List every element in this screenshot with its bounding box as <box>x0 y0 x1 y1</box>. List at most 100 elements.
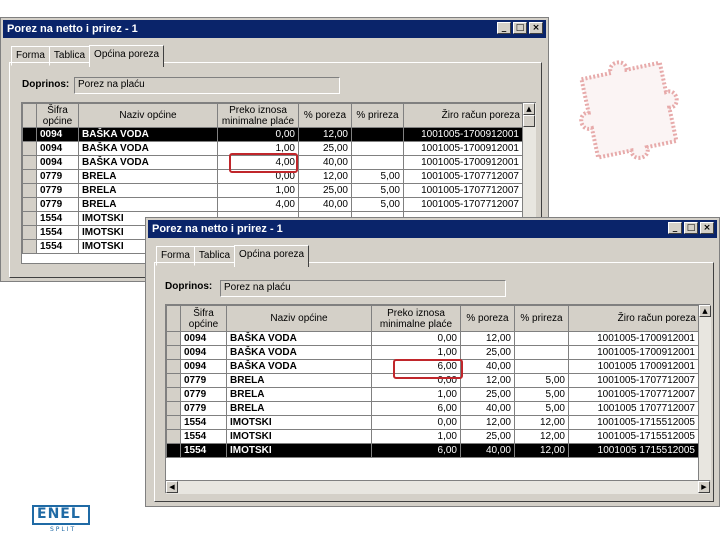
table-cell[interactable]: BAŠKA VODA <box>226 331 372 346</box>
tab-opcina-poreza[interactable]: Općina poreza <box>234 245 310 267</box>
table-cell[interactable]: 1001005-1707712007 <box>403 197 523 212</box>
row-selector[interactable] <box>22 197 37 212</box>
table-cell[interactable] <box>514 359 569 374</box>
horizontal-scrollbar[interactable]: ◀ ▶ <box>166 480 710 494</box>
table-row[interactable]: 0094 BAŠKA VODA 0,00 12,00 1001005-170091200… <box>166 331 699 346</box>
table-row[interactable]: 0779 BRELA 6,00 40,00 5,00 1001005 1707712007 <box>166 401 699 416</box>
row-selector[interactable] <box>22 141 37 156</box>
table-cell[interactable]: 1001005 1707712007 <box>568 401 699 416</box>
table-cell[interactable]: BAŠKA VODA <box>78 127 218 142</box>
table-cell[interactable]: 1554 <box>36 211 79 226</box>
table-cell[interactable]: 0,00 <box>371 415 461 430</box>
table-cell[interactable]: 0779 <box>36 169 79 184</box>
scroll-thumb[interactable] <box>523 115 535 127</box>
row-selector[interactable] <box>22 155 37 170</box>
table-cell[interactable]: BAŠKA VODA <box>78 141 218 156</box>
table-row[interactable]: 1554 IMOTSKI 0,00 12,00 12,00 1001005-1715512… <box>166 415 699 430</box>
table-cell[interactable]: BRELA <box>226 387 372 402</box>
table-cell[interactable]: 4,00 <box>217 197 299 212</box>
table-cell[interactable]: IMOTSKI <box>226 415 372 430</box>
table-cell[interactable]: 25,00 <box>460 387 515 402</box>
table-cell[interactable]: 40,00 <box>460 443 515 458</box>
table-cell[interactable]: 1554 <box>180 443 227 458</box>
table-cell[interactable]: 40,00 <box>298 197 352 212</box>
table-cell[interactable]: 1001005-1700912001 <box>403 155 523 170</box>
table-cell[interactable]: BRELA <box>78 197 218 212</box>
table-cell[interactable]: 1,00 <box>217 183 299 198</box>
table-cell[interactable]: 0094 <box>180 331 227 346</box>
table-cell[interactable]: BRELA <box>78 183 218 198</box>
column-header[interactable]: Žiro račun poreza <box>403 103 523 128</box>
scroll-up-icon[interactable]: ▲ <box>699 305 711 317</box>
table-cell[interactable]: BRELA <box>226 401 372 416</box>
table-cell[interactable]: IMOTSKI <box>226 443 372 458</box>
table-cell[interactable]: 5,00 <box>514 373 569 388</box>
tab-opcina-poreza[interactable]: Općina poreza <box>89 45 165 67</box>
table-cell[interactable]: 12,00 <box>514 429 569 444</box>
row-selector[interactable] <box>22 211 37 226</box>
table-cell[interactable]: 0094 <box>180 359 227 374</box>
table-cell[interactable]: 12,00 <box>460 415 515 430</box>
table-cell[interactable]: 5,00 <box>514 387 569 402</box>
table-row[interactable]: 0094 BAŠKA VODA 0,00 12,00 1001005-170091200… <box>22 127 523 142</box>
table-cell[interactable]: 0094 <box>36 141 79 156</box>
table-cell[interactable]: 1,00 <box>371 387 461 402</box>
table-cell[interactable] <box>514 331 569 346</box>
column-header[interactable]: Žiro račun poreza <box>568 305 699 332</box>
row-selector[interactable] <box>22 127 37 142</box>
table-cell[interactable]: 1001005-1707712007 <box>403 169 523 184</box>
row-selector[interactable] <box>166 345 181 360</box>
table-cell[interactable]: 0,00 <box>217 127 299 142</box>
table-row[interactable]: 0779 BRELA 1,00 25,00 5,00 1001005-1707712007 <box>166 387 699 402</box>
row-selector[interactable] <box>166 401 181 416</box>
scroll-up-icon[interactable]: ▲ <box>523 103 535 115</box>
table-cell[interactable]: 1001005-1707712007 <box>568 387 699 402</box>
row-selector[interactable] <box>22 225 37 240</box>
table-cell[interactable]: 25,00 <box>298 141 352 156</box>
column-header[interactable]: Šifra općine <box>36 103 79 128</box>
column-header[interactable]: Šifra općine <box>180 305 227 332</box>
maximize-icon[interactable]: □ <box>513 22 527 34</box>
table-cell[interactable]: 0094 <box>36 155 79 170</box>
table-cell[interactable]: 0094 <box>36 127 79 142</box>
vertical-scrollbar[interactable]: ▲ <box>698 305 711 480</box>
table-cell[interactable]: BRELA <box>78 169 218 184</box>
table-cell[interactable]: 12,00 <box>298 127 352 142</box>
column-header[interactable]: % prireza <box>514 305 569 332</box>
table-cell[interactable]: BAŠKA VODA <box>226 345 372 360</box>
row-selector[interactable] <box>166 443 181 458</box>
minimize-icon[interactable]: _ <box>668 222 682 234</box>
table-cell[interactable]: 0779 <box>180 401 227 416</box>
table-cell[interactable]: 1001005-1707712007 <box>403 183 523 198</box>
close-icon[interactable]: × <box>529 22 543 34</box>
table-cell[interactable]: BAŠKA VODA <box>226 359 372 374</box>
minimize-icon[interactable]: _ <box>497 22 511 34</box>
table-cell[interactable]: 40,00 <box>298 155 352 170</box>
doprinos-field[interactable]: Porez na plaću <box>74 77 340 94</box>
table-cell[interactable]: 1554 <box>180 415 227 430</box>
table-cell[interactable]: 12,00 <box>298 169 352 184</box>
table-cell[interactable]: 1001005-1715512005 <box>568 415 699 430</box>
close-icon[interactable]: × <box>700 222 714 234</box>
row-selector[interactable] <box>166 429 181 444</box>
row-selector[interactable] <box>22 239 37 254</box>
table-cell[interactable]: 1001005-1700912001 <box>403 127 523 142</box>
table-cell[interactable]: 0779 <box>36 183 79 198</box>
table-cell[interactable]: 1001005-1700912001 <box>568 331 699 346</box>
column-header[interactable]: % prireza <box>351 103 404 128</box>
table-cell[interactable]: 1554 <box>180 429 227 444</box>
table-cell[interactable] <box>351 155 404 170</box>
table-cell[interactable]: 25,00 <box>298 183 352 198</box>
table-cell[interactable]: BAŠKA VODA <box>78 155 218 170</box>
table-cell[interactable] <box>351 127 404 142</box>
scroll-right-icon[interactable]: ▶ <box>698 481 710 493</box>
window-title-bar[interactable]: Porez na netto i prirez - 1 _ □ × <box>148 220 717 238</box>
table-cell[interactable]: 12,00 <box>460 373 515 388</box>
table-row[interactable]: 1554 IMOTSKI 1,00 25,00 12,00 1001005-1715512… <box>166 429 699 444</box>
table-cell[interactable]: 12,00 <box>514 443 569 458</box>
table-cell[interactable]: 1001005-1715512005 <box>568 429 699 444</box>
table-row[interactable]: 0779 BRELA 4,00 40,00 5,00 1001005-1707712007 <box>22 197 523 212</box>
table-cell[interactable]: 6,00 <box>371 443 461 458</box>
row-selector[interactable] <box>166 415 181 430</box>
table-cell[interactable]: 40,00 <box>460 401 515 416</box>
